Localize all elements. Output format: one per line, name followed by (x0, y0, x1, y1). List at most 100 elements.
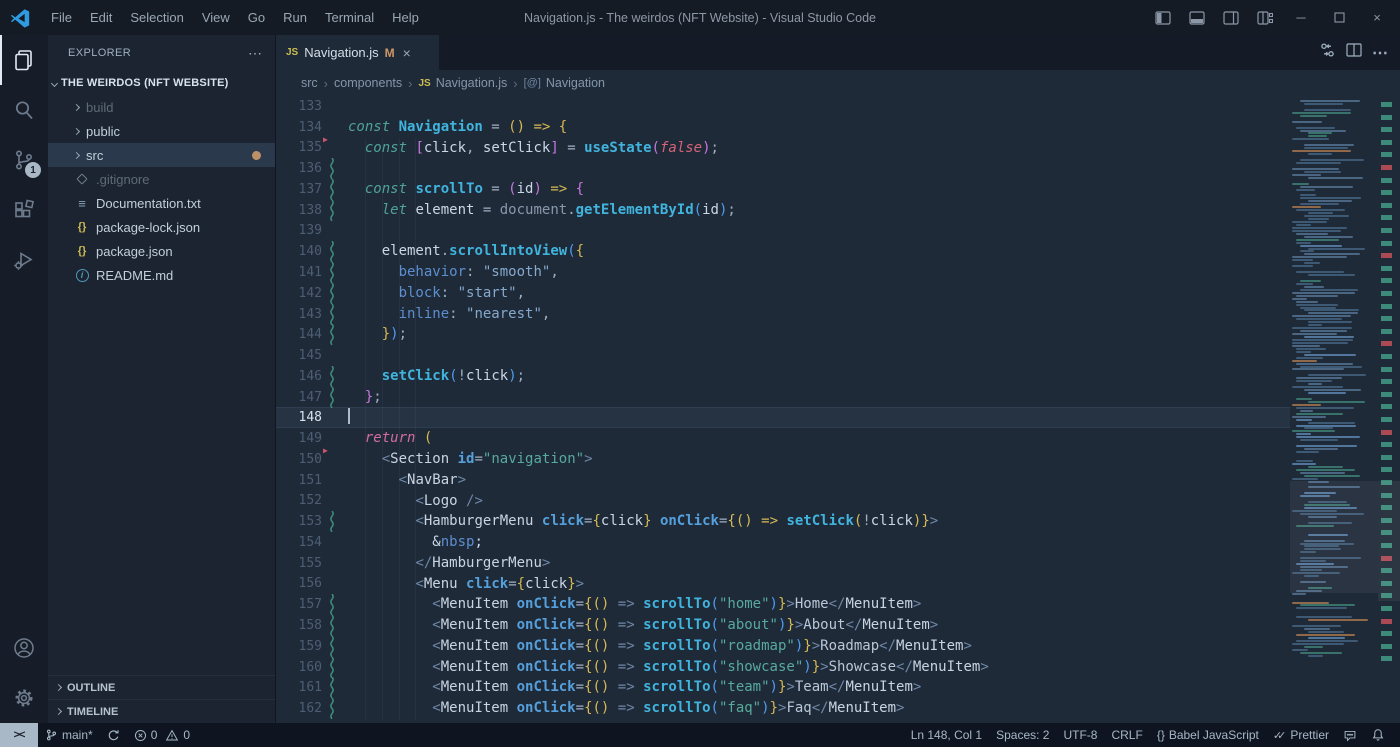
code-line-148[interactable]: 148 (276, 407, 1290, 428)
code-line-133[interactable]: 133 (276, 96, 1290, 117)
menu-selection[interactable]: Selection (121, 6, 192, 30)
line-number[interactable]: 135 (276, 140, 322, 155)
file-item-package-json[interactable]: {}package.json (48, 239, 275, 263)
explorer-more-actions-icon[interactable]: ⋯ (248, 45, 263, 62)
code-line-158[interactable]: 158 <MenuItem onClick={() => scrollTo("a… (276, 615, 1290, 636)
line-number[interactable]: 151 (276, 473, 322, 488)
line-number[interactable]: 145 (276, 348, 322, 363)
code-line-142[interactable]: 142 block: "start", (276, 283, 1290, 304)
maximize-button[interactable] (1322, 4, 1356, 32)
line-number[interactable]: 157 (276, 597, 322, 612)
line-number[interactable]: 141 (276, 265, 322, 280)
feedback-icon[interactable] (1336, 723, 1364, 747)
menu-file[interactable]: File (42, 6, 81, 30)
code-line-150[interactable]: 150 <Section id="navigation"> (276, 449, 1290, 470)
split-editor-icon[interactable] (1346, 43, 1362, 62)
code-line-139[interactable]: 139 (276, 221, 1290, 242)
formatter-status[interactable]: ✓✓ Prettier (1266, 723, 1336, 747)
line-number[interactable]: 144 (276, 327, 322, 342)
code-line-145[interactable]: 145 (276, 345, 1290, 366)
code-line-138[interactable]: 138 let element = document.getElementByI… (276, 200, 1290, 221)
line-number[interactable]: 156 (276, 576, 322, 591)
code-line-144[interactable]: 144 }); (276, 324, 1290, 345)
toggle-sidebar-icon[interactable] (1148, 5, 1178, 31)
breadcrumb-item-src[interactable]: src (301, 76, 318, 90)
menu-terminal[interactable]: Terminal (316, 6, 383, 30)
file-item-build[interactable]: build (48, 95, 275, 119)
code-line-159[interactable]: 159 <MenuItem onClick={() => scrollTo("r… (276, 636, 1290, 657)
run-and-debug-icon[interactable] (0, 235, 48, 285)
remote-indicator[interactable]: >< (0, 723, 38, 747)
line-number[interactable]: 140 (276, 244, 322, 259)
outline-panel-header[interactable]: OUTLINE (48, 675, 275, 699)
code-line-136[interactable]: 136 (276, 158, 1290, 179)
code-line-160[interactable]: 160 <MenuItem onClick={() => scrollTo("s… (276, 657, 1290, 678)
notifications-bell-icon[interactable] (1364, 723, 1392, 747)
line-number[interactable]: 161 (276, 680, 322, 695)
toggle-panel-icon[interactable] (1182, 5, 1212, 31)
code-line-140[interactable]: 140 element.scrollIntoView({ (276, 241, 1290, 262)
code-line-141[interactable]: 141 behavior: "smooth", (276, 262, 1290, 283)
end-of-line[interactable]: CRLF (1104, 723, 1149, 747)
settings-gear-icon[interactable] (0, 673, 48, 723)
menu-run[interactable]: Run (274, 6, 316, 30)
file-item-documentation-txt[interactable]: ≡Documentation.txt (48, 191, 275, 215)
indentation[interactable]: Spaces: 2 (989, 723, 1056, 747)
line-number[interactable]: 160 (276, 660, 322, 675)
minimap[interactable] (1290, 96, 1378, 723)
line-number[interactable]: 154 (276, 535, 322, 550)
encoding[interactable]: UTF-8 (1056, 723, 1104, 747)
source-control-icon[interactable]: 1 (0, 135, 48, 185)
line-number[interactable]: 133 (276, 99, 322, 114)
file-item--gitignore[interactable]: .gitignore (48, 167, 275, 191)
problems-status[interactable]: 0 0 (127, 723, 197, 747)
minimap-slider[interactable] (1290, 481, 1378, 593)
accounts-icon[interactable] (0, 623, 48, 673)
line-number[interactable]: 146 (276, 369, 322, 384)
code-line-134[interactable]: 134▶const Navigation = () => { (276, 117, 1290, 138)
line-number[interactable]: 134 (276, 120, 322, 135)
search-icon[interactable] (0, 85, 48, 135)
minimize-button[interactable]: ─ (1284, 4, 1318, 32)
line-number[interactable]: 136 (276, 161, 322, 176)
code-line-143[interactable]: 143 inline: "nearest", (276, 304, 1290, 325)
file-item-public[interactable]: public (48, 119, 275, 143)
menu-view[interactable]: View (193, 6, 239, 30)
explorer-icon[interactable] (0, 35, 48, 85)
code-line-135[interactable]: 135 const [click, setClick] = useState(f… (276, 138, 1290, 159)
code-line-146[interactable]: 146 setClick(!click); (276, 366, 1290, 387)
menu-go[interactable]: Go (239, 6, 274, 30)
code-line-152[interactable]: 152 <Logo /> (276, 491, 1290, 512)
menu-edit[interactable]: Edit (81, 6, 121, 30)
line-number[interactable]: 148 (276, 410, 322, 425)
code-line-149[interactable]: 149▶ return ( (276, 428, 1290, 449)
timeline-panel-header[interactable]: TIMELINE (48, 699, 275, 723)
line-number[interactable]: 162 (276, 701, 322, 716)
workspace-section-header[interactable]: THE WEIRDOS (NFT WEBSITE) (48, 71, 275, 95)
code-line-162[interactable]: 162 <MenuItem onClick={() => scrollTo("f… (276, 698, 1290, 719)
breadcrumb-item-navigation-js[interactable]: JSNavigation.js (418, 76, 507, 90)
code-line-154[interactable]: 154 &nbsp; (276, 532, 1290, 553)
file-item-package-lock-json[interactable]: {}package-lock.json (48, 215, 275, 239)
open-changes-icon[interactable] (1319, 42, 1336, 63)
breadcrumb-item-components[interactable]: components (334, 76, 402, 90)
line-number[interactable]: 155 (276, 556, 322, 571)
menu-help[interactable]: Help (383, 6, 428, 30)
code-line-151[interactable]: 151 <NavBar> (276, 470, 1290, 491)
line-number[interactable]: 159 (276, 639, 322, 654)
code-line-137[interactable]: 137 const scrollTo = (id) => { (276, 179, 1290, 200)
line-number[interactable]: 152 (276, 493, 322, 508)
breadcrumb-item-navigation[interactable]: [@]Navigation (524, 76, 605, 90)
line-number[interactable]: 139 (276, 223, 322, 238)
code-line-155[interactable]: 155 </HamburgerMenu> (276, 553, 1290, 574)
sync-changes[interactable] (100, 723, 127, 747)
close-tab-icon[interactable]: × (403, 45, 411, 61)
file-item-src[interactable]: src (48, 143, 275, 167)
tab-navigation-js[interactable]: JS Navigation.js M × (276, 35, 439, 70)
customize-layout-icon[interactable] (1250, 5, 1280, 31)
line-number[interactable]: 147 (276, 390, 322, 405)
code-line-157[interactable]: 157 <MenuItem onClick={() => scrollTo("h… (276, 594, 1290, 615)
scrollbar-overview-ruler[interactable] (1378, 96, 1400, 723)
code-line-147[interactable]: 147 }; (276, 387, 1290, 408)
file-item-readme-md[interactable]: iREADME.md (48, 263, 275, 287)
